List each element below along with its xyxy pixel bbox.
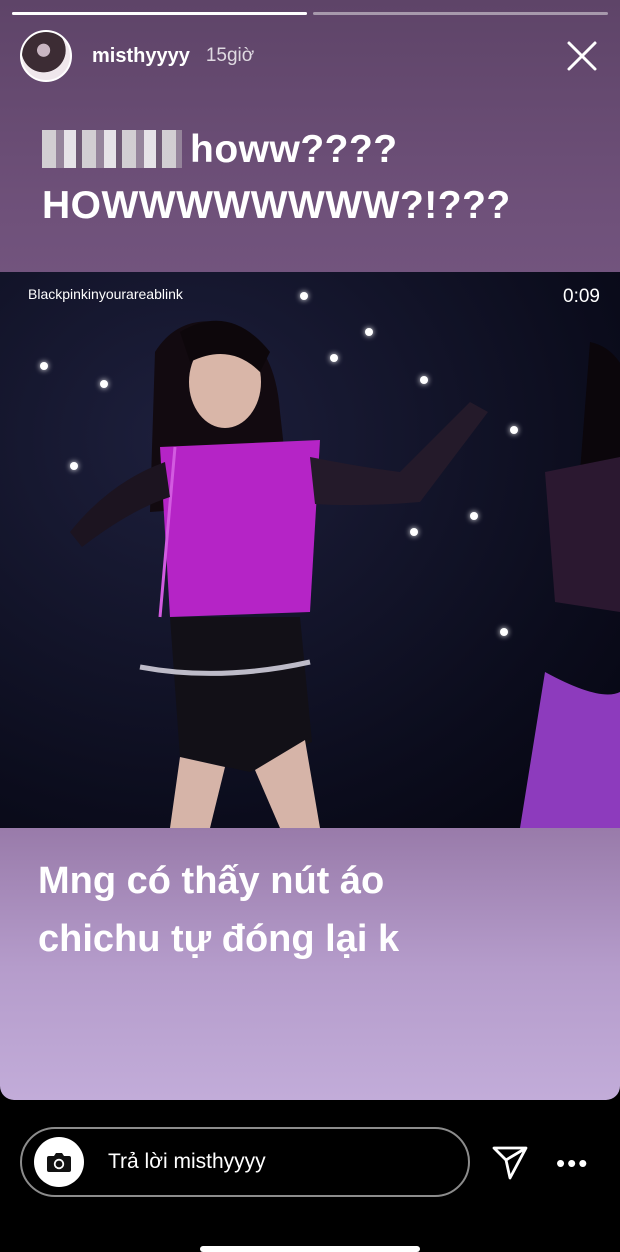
- story-caption-bottom: Mng có thấy nút áo chichu tự đóng lại k: [38, 852, 590, 968]
- reply-input[interactable]: Trả lời misthyyyy: [20, 1127, 470, 1197]
- story-progress: [12, 12, 608, 15]
- close-icon: [567, 41, 597, 71]
- home-indicator: [200, 1246, 420, 1252]
- more-icon[interactable]: •••: [556, 1148, 589, 1179]
- reply-placeholder: Trả lời misthyyyy: [108, 1150, 266, 1173]
- story-header: misthyyyy 15giờ: [20, 28, 600, 84]
- send-icon[interactable]: [490, 1142, 530, 1182]
- camera-button[interactable]: [34, 1137, 84, 1187]
- performer-illustration: [70, 320, 620, 828]
- close-button[interactable]: [564, 38, 600, 74]
- progress-segment: [12, 12, 307, 15]
- avatar[interactable]: [20, 30, 72, 82]
- progress-segment: [313, 12, 608, 15]
- story-frame[interactable]: misthyyyy 15giờ howw???? HOWWWWWWWW?!???…: [0, 0, 620, 1100]
- username[interactable]: misthyyyy: [92, 45, 190, 68]
- story-video[interactable]: Blackpinkinyourareablink 0:09: [0, 272, 620, 828]
- post-time: 15giờ: [205, 45, 255, 66]
- story-caption-top: howw???? HOWWWWWWWW?!???: [42, 122, 590, 234]
- caption-line: Mng có thấy nút áo: [38, 860, 385, 902]
- caption-line: chichu tự đóng lại k: [38, 918, 400, 960]
- censored-name: [42, 130, 182, 168]
- camera-icon: [47, 1153, 71, 1172]
